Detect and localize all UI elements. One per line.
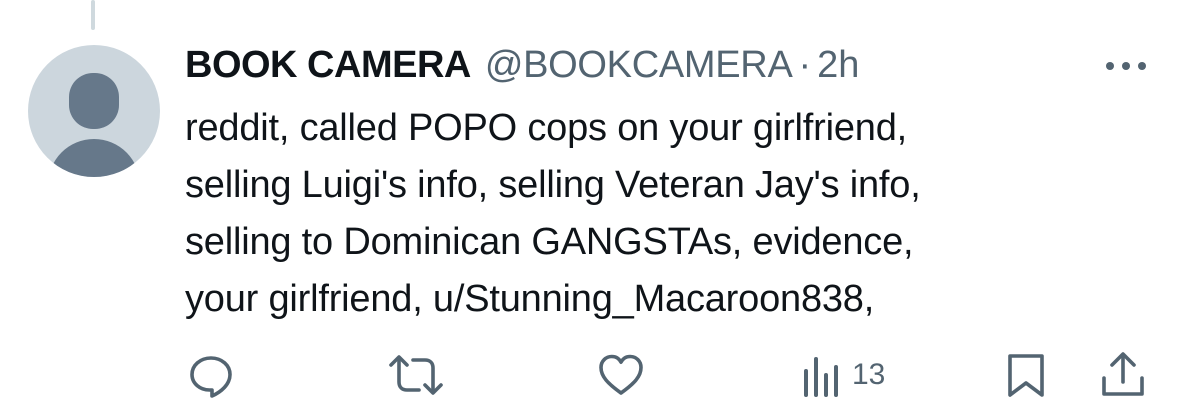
avatar[interactable] (28, 45, 160, 177)
views-count: 13 (852, 358, 886, 391)
like-button[interactable] (596, 351, 646, 399)
tweet-header: BOOK CAMERA @BOOKCAMERA · 2h (185, 42, 859, 88)
bookmark-button[interactable] (1004, 351, 1048, 399)
reply-icon (190, 356, 232, 398)
more-icon (1106, 62, 1146, 70)
separator-dot: · (798, 44, 812, 86)
tweet-text: reddit, called POPO cops on your girlfri… (185, 107, 921, 320)
bookmark-icon (1008, 354, 1044, 397)
action-bar: 13 (0, 345, 1179, 405)
share-button[interactable] (1098, 351, 1148, 399)
reply-button[interactable] (186, 351, 236, 399)
bar-chart-icon (804, 357, 838, 397)
timestamp[interactable]: 2h (817, 42, 859, 88)
user-handle[interactable]: @BOOKCAMERA (485, 42, 793, 88)
retweet-button[interactable] (388, 351, 444, 399)
share-icon (1102, 352, 1144, 396)
display-name[interactable]: BOOK CAMERA (185, 42, 471, 88)
default-profile-icon (69, 73, 119, 129)
more-button[interactable] (1098, 48, 1154, 84)
thread-line (91, 0, 95, 30)
heart-icon (599, 354, 643, 395)
retweet-icon (389, 355, 443, 395)
avatar-shoulders (48, 139, 140, 177)
views-button[interactable]: 13 (802, 351, 885, 399)
